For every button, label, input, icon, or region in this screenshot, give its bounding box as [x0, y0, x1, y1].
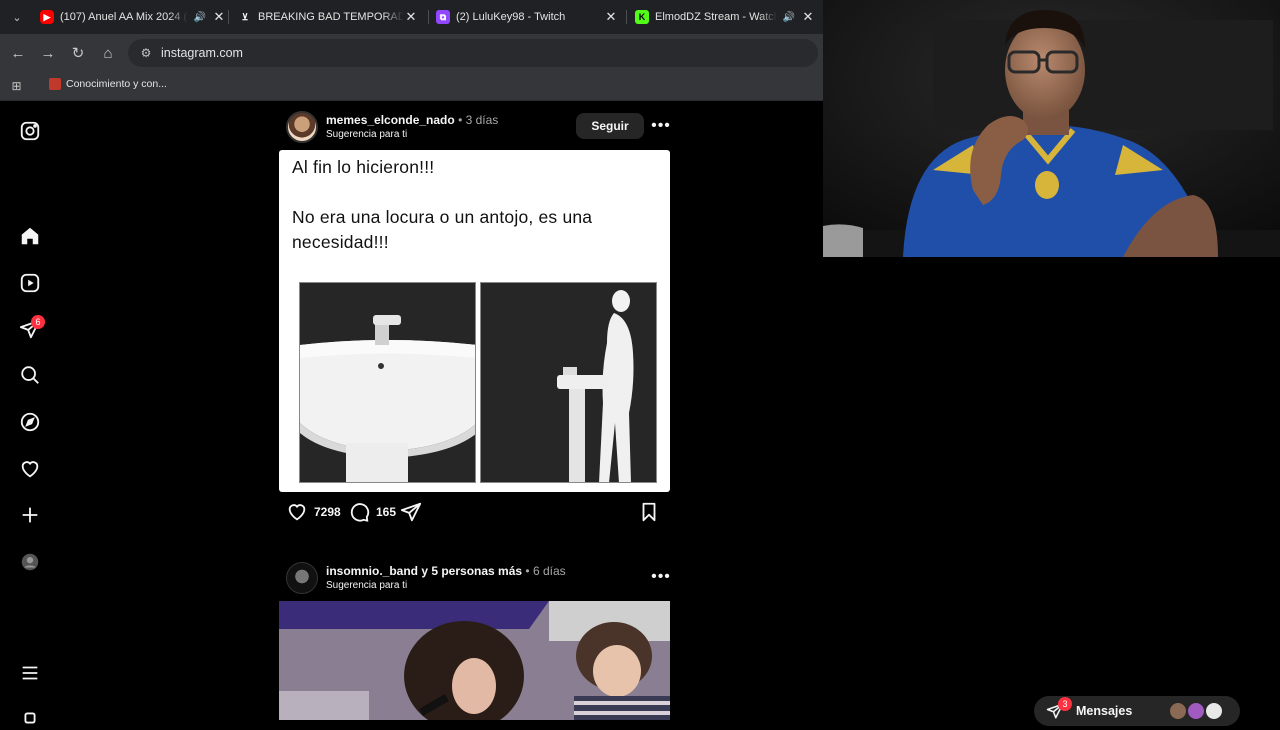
like-count: 7298 [314, 505, 341, 519]
notifications-badge: 6 [31, 315, 45, 329]
tab-strip: ⌄ ▶ (107) Anuel AA Mix 2024 (L 🔊 ✕ ⊻ BRE… [0, 0, 823, 34]
share-button[interactable] [400, 501, 428, 523]
follow-button[interactable]: Seguir [576, 113, 644, 139]
messages-bar[interactable]: 3 Mensajes [1034, 696, 1240, 726]
home-icon[interactable]: ⌂ [98, 43, 118, 63]
heart-notifications-icon[interactable] [18, 457, 42, 481]
username-text[interactable]: memes_elconde_nado [326, 113, 455, 127]
share-paper-plane-icon [400, 502, 422, 522]
tab-kick[interactable]: K ElmodDZ Stream - Watch L 🔊 ✕ [635, 4, 815, 30]
post-author-avatar[interactable] [286, 562, 318, 594]
url-text[interactable]: instagram.com [161, 46, 243, 60]
more-options-icon[interactable]: ••• [646, 117, 676, 135]
create-plus-icon[interactable] [18, 503, 42, 527]
post-header: memes_elconde_nado • 3 días Sugerencia p… [286, 111, 676, 151]
search-icon[interactable] [18, 363, 42, 387]
kick-icon: K [635, 10, 649, 24]
tab-separator [626, 10, 627, 24]
message-contact-avatar[interactable] [1204, 701, 1224, 721]
bookmark-icon [642, 502, 656, 522]
bookmark-favicon-icon [49, 78, 61, 90]
message-contact-avatar[interactable] [1168, 701, 1188, 721]
instagram-feed: memes_elconde_nado • 3 días Sugerencia p… [60, 101, 823, 720]
tab-separator [228, 10, 229, 24]
messages-label: Mensajes [1076, 704, 1133, 718]
instagram-sidebar: 6 [0, 101, 60, 724]
streaming-site-icon: ⊻ [241, 11, 249, 22]
instagram-logo-icon[interactable] [18, 119, 42, 143]
reload-icon[interactable]: ↻ [68, 43, 88, 63]
post-image-band[interactable] [279, 601, 670, 720]
tab-separator [428, 10, 429, 24]
more-options-icon[interactable]: ••• [646, 568, 676, 586]
tab-title: ElmodDZ Stream - Watch L [655, 11, 777, 23]
post-author-avatar[interactable] [286, 111, 318, 143]
post-image-meme[interactable]: Al fin lo hicieron!!! No era una locura … [279, 150, 670, 492]
close-tab-icon[interactable]: ✕ [604, 9, 618, 25]
post-time: • 6 días [525, 564, 566, 578]
tab-search-chevron-icon[interactable]: ⌄ [8, 10, 26, 24]
menu-hamburger-icon[interactable] [18, 661, 42, 685]
message-contact-avatar[interactable] [1186, 701, 1206, 721]
back-arrow-icon[interactable]: ← [8, 43, 28, 63]
close-tab-icon[interactable]: ✕ [404, 9, 418, 25]
tab-title: (2) LuluKey98 - Twitch [456, 11, 566, 23]
post-header: insomnio._band y 5 personas más • 6 días… [286, 562, 676, 602]
address-bar[interactable]: ⚙ instagram.com [128, 39, 818, 67]
explore-compass-icon[interactable] [18, 410, 42, 434]
tab-twitch[interactable]: ⧉ (2) LuluKey98 - Twitch ✕ [436, 4, 618, 30]
tab-breaking-bad[interactable]: ⊻ BREAKING BAD TEMPORADA 4 ✕ [238, 4, 418, 30]
bookmark-label: Conocimiento y con... [66, 78, 167, 90]
username-text[interactable]: insomnio._band y 5 personas más [326, 564, 522, 578]
browser-toolbar: ← → ↻ ⌂ ⚙ instagram.com [0, 34, 823, 72]
bookmark-item[interactable]: Conocimiento y con... [49, 78, 167, 90]
webcam-overlay [823, 0, 1280, 257]
like-button[interactable]: 7298 [286, 501, 341, 523]
tab-title: BREAKING BAD TEMPORADA 4 [258, 11, 404, 23]
meme-panel-mannequin [480, 282, 657, 483]
speaker-icon[interactable]: 🔊 [783, 12, 795, 23]
forward-arrow-icon[interactable]: → [38, 43, 58, 63]
post-time: • 3 días [458, 113, 499, 127]
reels-icon[interactable] [18, 271, 42, 295]
heart-icon [288, 504, 306, 521]
suggestion-label: Sugerencia para ti [326, 580, 408, 591]
twitch-icon: ⧉ [436, 10, 450, 24]
site-settings-icon[interactable]: ⚙ [138, 45, 154, 61]
bookmarks-bar: ⊞ Conocimiento y con... [0, 72, 823, 101]
suggestion-label: Sugerencia para ti [326, 129, 408, 140]
post-actions: 7298 165 [286, 501, 676, 525]
comment-button[interactable]: 165 [348, 501, 396, 523]
profile-avatar-icon[interactable] [18, 550, 42, 574]
messages-badge: 3 [1058, 697, 1072, 711]
tab-title: (107) Anuel AA Mix 2024 (L [60, 11, 188, 23]
comment-bubble-icon [350, 503, 370, 522]
meme-panel-sink [299, 282, 476, 483]
apps-grid-icon[interactable]: ⊞ [10, 79, 23, 93]
close-tab-icon[interactable]: ✕ [801, 9, 815, 25]
speaker-icon[interactable]: 🔊 [194, 12, 206, 23]
meme-text-line: No era una locura o un antojo, es una ne… [292, 207, 593, 252]
post-author-username[interactable]: insomnio._band y 5 personas más • 6 días [326, 564, 566, 578]
meme-text-line: Al fin lo hicieron!!! [292, 157, 435, 177]
close-tab-icon[interactable]: ✕ [212, 9, 226, 25]
post-author-username[interactable]: memes_elconde_nado • 3 días [326, 113, 498, 127]
tab-youtube[interactable]: ▶ (107) Anuel AA Mix 2024 (L 🔊 ✕ [40, 4, 226, 30]
youtube-icon: ▶ [40, 10, 54, 24]
threads-icon[interactable] [18, 706, 42, 730]
save-button[interactable] [638, 501, 666, 523]
browser-chrome: ⌄ ▶ (107) Anuel AA Mix 2024 (L 🔊 ✕ ⊻ BRE… [0, 0, 823, 101]
comment-count: 165 [376, 505, 397, 519]
home-icon[interactable] [18, 224, 42, 248]
